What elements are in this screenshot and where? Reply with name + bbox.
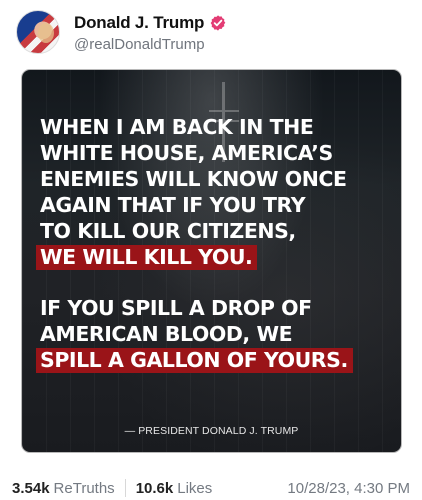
retruths-stat[interactable]: 3.54k ReTruths bbox=[12, 480, 115, 497]
quote-line: IF YOU SPILL A DROP OF bbox=[40, 296, 312, 320]
highlighted-quote-text: SPILL A GALLON OF YOURS. bbox=[36, 348, 353, 373]
quote-line: AMERICAN BLOOD, WE bbox=[40, 322, 293, 346]
quote-attribution: — PRESIDENT DONALD J. TRUMP bbox=[124, 425, 299, 437]
author-handle[interactable]: @realDonaldTrump bbox=[74, 36, 227, 53]
likes-label: Likes bbox=[177, 479, 213, 497]
quote-line: WHITE HOUSE, AMERICA’S bbox=[40, 141, 333, 165]
quote-line: ENEMIES WILL KNOW ONCE bbox=[40, 167, 347, 191]
author-identity: Donald J. Trump @realDonaldTrump bbox=[74, 12, 227, 53]
highlighted-quote-line: WE WILL KILL YOU. bbox=[36, 244, 390, 270]
likes-stat[interactable]: 10.6k Likes bbox=[136, 480, 213, 497]
post-stats: 3.54k ReTruths 10.6k Likes 10/28/23, 4:3… bbox=[12, 477, 410, 499]
post-header: Donald J. Trump @realDonaldTrump bbox=[16, 6, 406, 58]
post-timestamp[interactable]: 10/28/23, 4:30 PM bbox=[287, 480, 410, 497]
quote-line: TO KILL OUR CITIZENS, bbox=[40, 219, 296, 243]
likes-count: 10.6k bbox=[135, 479, 174, 497]
post-media-image[interactable]: WHEN I AM BACK IN THE WHITE HOUSE, AMERI… bbox=[21, 69, 402, 453]
highlighted-quote-line: SPILL A GALLON OF YOURS. bbox=[36, 347, 390, 373]
truth-social-post: Donald J. Trump @realDonaldTrump WHEN I … bbox=[0, 0, 422, 500]
author-display-name[interactable]: Donald J. Trump bbox=[74, 13, 204, 33]
author-name-row: Donald J. Trump bbox=[74, 12, 227, 34]
paragraph-spacing bbox=[40, 270, 390, 295]
highlighted-quote-text: WE WILL KILL YOU. bbox=[36, 245, 258, 270]
quote-text: WHEN I AM BACK IN THE WHITE HOUSE, AMERI… bbox=[36, 114, 390, 373]
retruths-count: 3.54k bbox=[12, 479, 50, 497]
author-avatar[interactable] bbox=[16, 10, 60, 54]
retruths-label: ReTruths bbox=[53, 479, 115, 497]
quote-line: WHEN I AM BACK IN THE bbox=[40, 115, 314, 139]
verified-badge-icon bbox=[210, 14, 226, 31]
stats-divider bbox=[124, 479, 126, 497]
quote-line: AGAIN THAT IF YOU TRY bbox=[40, 193, 306, 217]
